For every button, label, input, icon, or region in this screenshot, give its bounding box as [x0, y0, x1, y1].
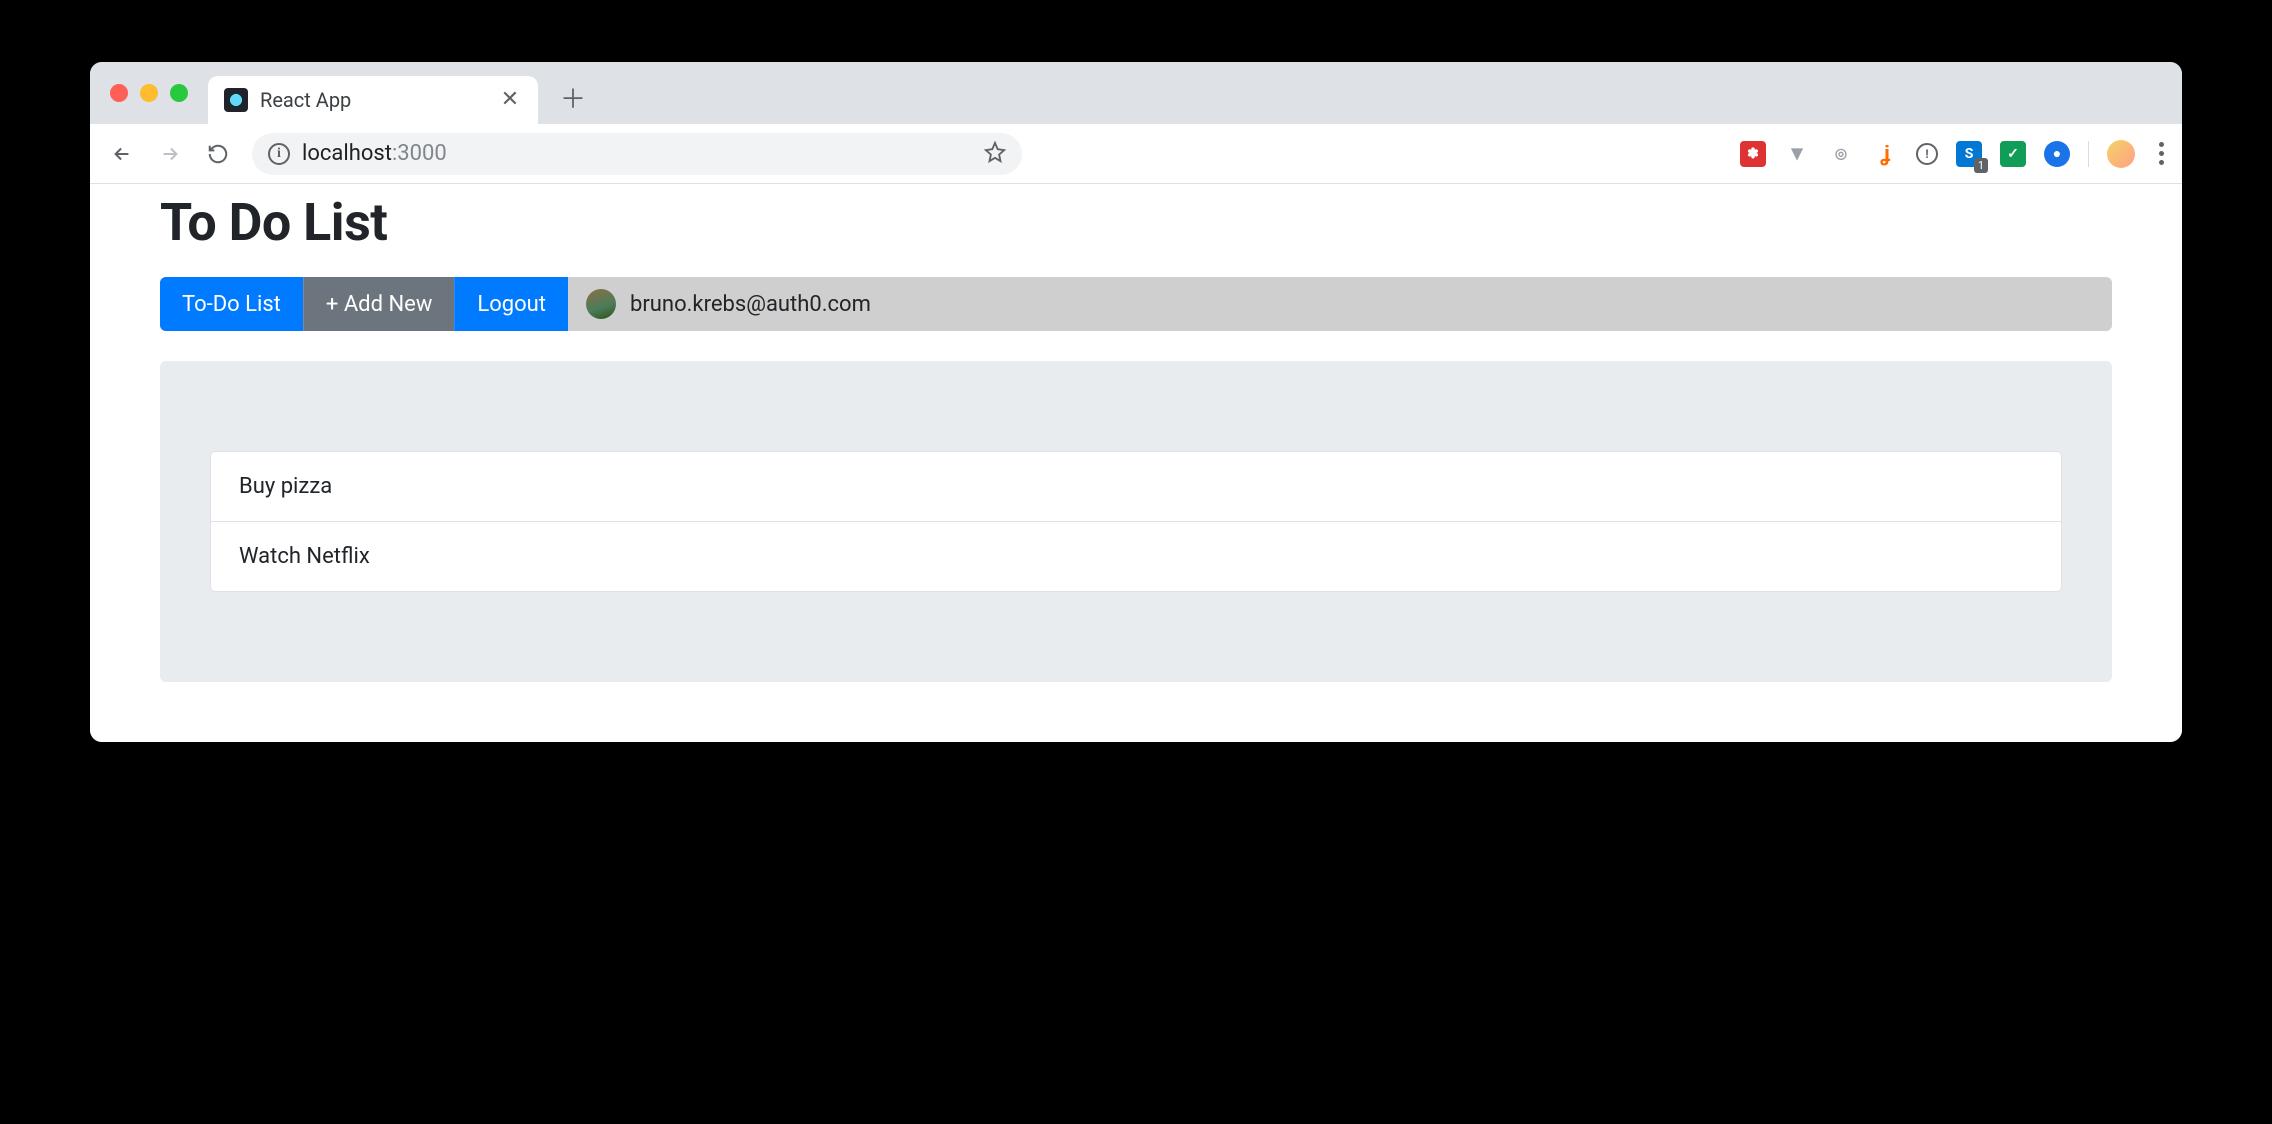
- star-icon: [984, 141, 1006, 163]
- address-bar[interactable]: i localhost:3000: [252, 133, 1022, 175]
- browser-tab[interactable]: ⚛ React App ✕: [208, 76, 538, 124]
- forward-button[interactable]: [150, 134, 190, 174]
- browser-toolbar: i localhost:3000 ✽ ▾ ◎ ʝ ! S 1 ✓ ●: [90, 124, 2182, 184]
- url-port: :3000: [392, 141, 447, 166]
- list-item[interactable]: Watch Netflix: [211, 521, 2061, 591]
- separator: [2088, 141, 2089, 167]
- close-window-button[interactable]: [110, 84, 128, 102]
- arrow-right-icon: [159, 143, 181, 165]
- nav-user: bruno.krebs@auth0.com: [568, 289, 889, 319]
- url-host: localhost: [302, 141, 392, 166]
- page-content: To Do List To-Do List + Add New Logout b…: [90, 192, 2182, 742]
- avatar: [586, 289, 616, 319]
- profile-button[interactable]: [2107, 140, 2135, 168]
- extension-icon[interactable]: !: [1916, 143, 1938, 165]
- vue-extension-icon[interactable]: ▾: [1784, 141, 1810, 167]
- reload-icon: [207, 143, 229, 165]
- maximize-window-button[interactable]: [170, 84, 188, 102]
- extension-icon[interactable]: ʝ: [1872, 141, 1898, 167]
- browser-window: ⚛ React App ✕ ＋ i localhost:3000 ✽ ▾: [90, 62, 2182, 742]
- extension-icon[interactable]: ●: [2044, 141, 2070, 167]
- todo-card: Buy pizza Watch Netflix: [160, 361, 2112, 682]
- minimize-window-button[interactable]: [140, 84, 158, 102]
- window-controls: [110, 84, 188, 102]
- reload-button[interactable]: [198, 134, 238, 174]
- tab-strip: ⚛ React App ✕ ＋: [90, 62, 2182, 124]
- browser-menu-button[interactable]: [2153, 142, 2170, 165]
- nav-logout[interactable]: Logout: [454, 277, 568, 331]
- react-favicon-icon: ⚛: [224, 88, 248, 112]
- extension-icon[interactable]: ◎: [1828, 141, 1854, 167]
- user-email: bruno.krebs@auth0.com: [630, 292, 871, 317]
- tab-title: React App: [260, 88, 351, 112]
- extension-with-badge[interactable]: S 1: [1956, 141, 1982, 167]
- extensions-area: ✽ ▾ ◎ ʝ ! S 1 ✓ ●: [1740, 140, 2170, 168]
- page-title: To Do List: [160, 192, 2112, 253]
- list-item[interactable]: Buy pizza: [211, 452, 2061, 521]
- app-navbar: To-Do List + Add New Logout bruno.krebs@…: [160, 277, 2112, 331]
- new-tab-button[interactable]: ＋: [558, 82, 588, 112]
- todo-list: Buy pizza Watch Netflix: [210, 451, 2062, 592]
- close-tab-button[interactable]: ✕: [498, 88, 522, 112]
- nav-todo-list[interactable]: To-Do List: [160, 277, 303, 331]
- site-info-icon[interactable]: i: [268, 143, 290, 165]
- extension-icon[interactable]: ✽: [1740, 141, 1766, 167]
- nav-add-new[interactable]: + Add New: [303, 277, 454, 331]
- arrow-left-icon: [111, 143, 133, 165]
- url-text: localhost:3000: [302, 141, 447, 166]
- back-button[interactable]: [102, 134, 142, 174]
- extension-icon[interactable]: ✓: [2000, 141, 2026, 167]
- extension-badge: 1: [1974, 158, 1988, 173]
- bookmark-button[interactable]: [984, 141, 1006, 167]
